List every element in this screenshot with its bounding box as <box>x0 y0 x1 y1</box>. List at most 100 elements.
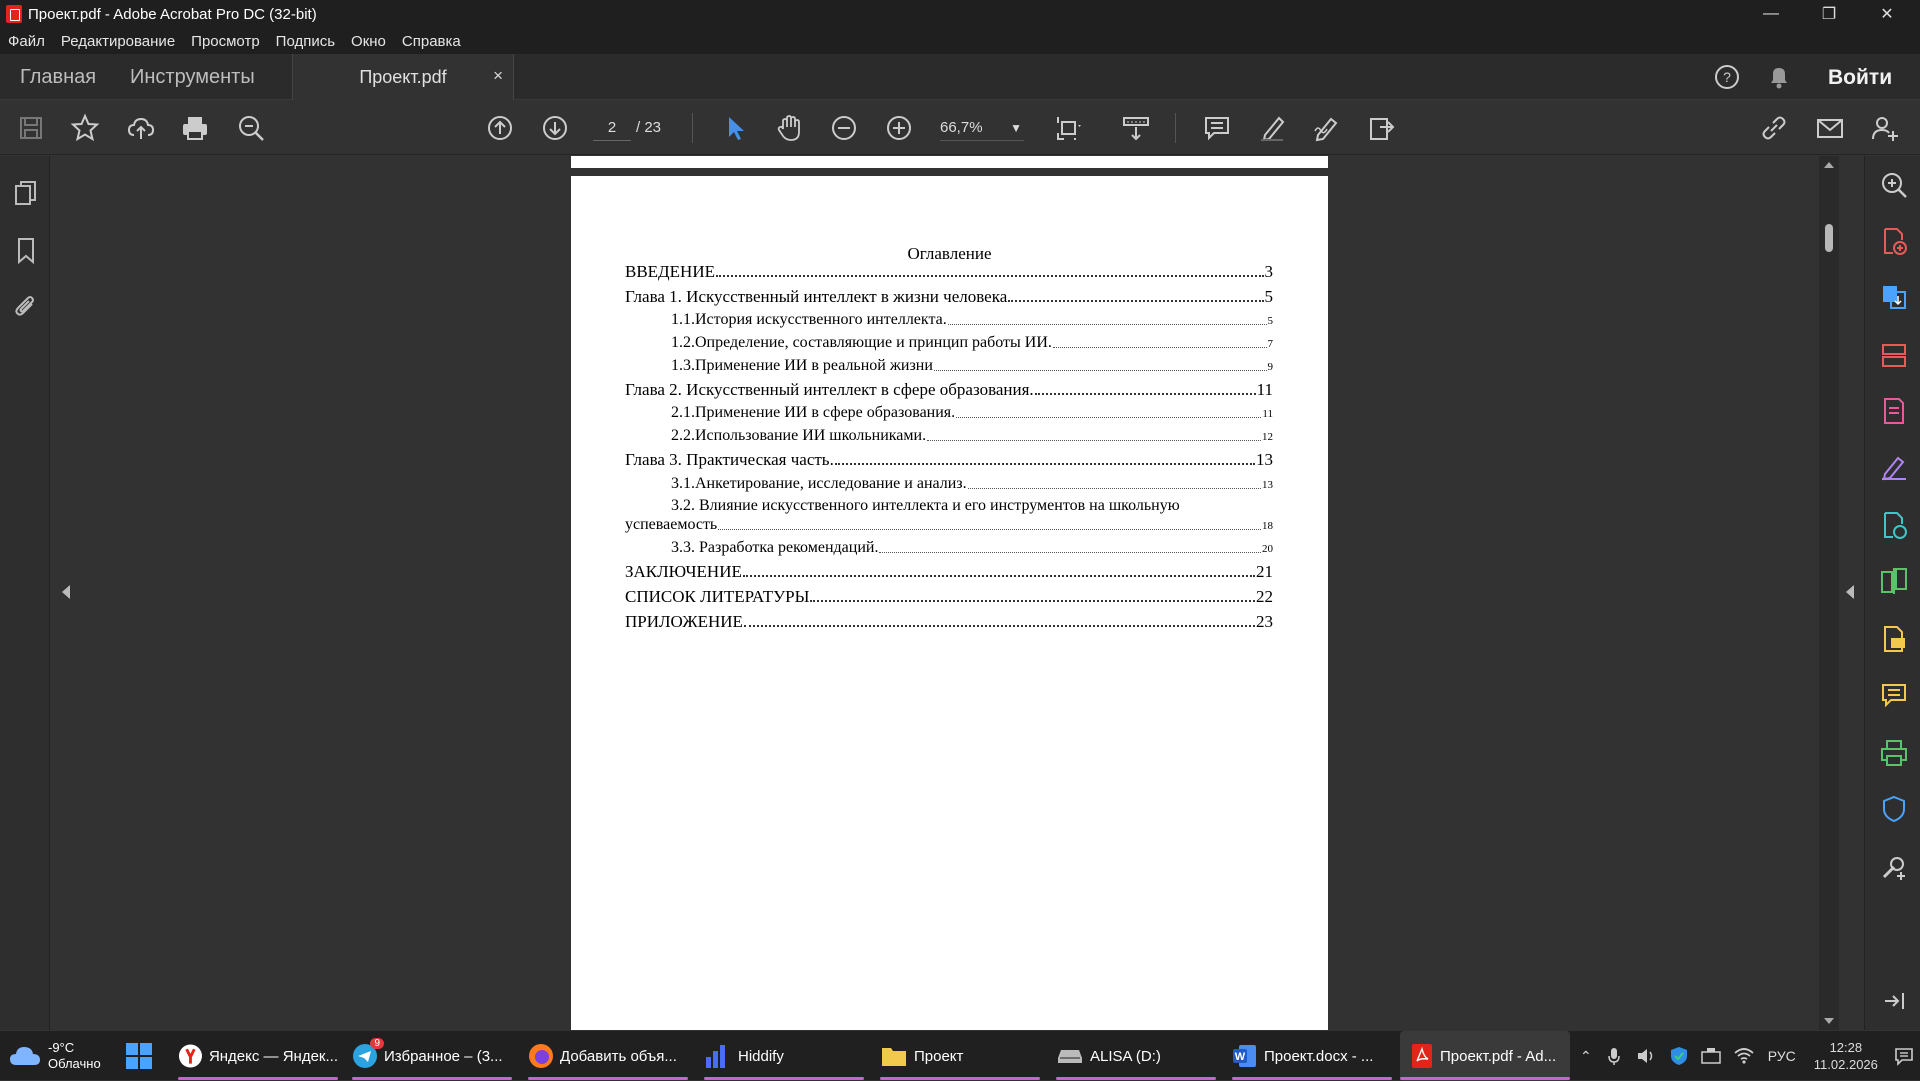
toc-entry[interactable]: 3.3. Разработка рекомендаций. 20 <box>671 539 1273 557</box>
zoom-in-icon[interactable] <box>882 111 916 145</box>
zoom-out-icon[interactable] <box>827 111 861 145</box>
defender-shield-icon[interactable] <box>1670 1046 1688 1066</box>
collapse-tools-icon[interactable] <box>1879 986 1909 1016</box>
save-icon[interactable] <box>14 111 48 145</box>
toc-entry[interactable]: 1.3.Применение ИИ в реальной жизни 9 <box>671 357 1273 375</box>
fill-sign-icon[interactable] <box>1879 452 1909 482</box>
taskbar-app-firefox[interactable]: Добавить объя... <box>528 1031 688 1081</box>
toc-entry[interactable]: 1.1.История искусственного интеллекта. 5 <box>671 311 1273 329</box>
toc-entry[interactable]: 2.2.Использование ИИ школьниками. 12 <box>671 427 1273 445</box>
share-send-icon[interactable] <box>1364 111 1398 145</box>
volume-icon[interactable] <box>1636 1047 1656 1065</box>
menu-window[interactable]: Окно <box>343 33 394 50</box>
collapse-left-panel-icon[interactable] <box>62 585 70 599</box>
email-icon[interactable] <box>1813 111 1847 145</box>
add-user-icon[interactable] <box>1868 111 1902 145</box>
scroll-up-icon[interactable] <box>1824 162 1834 168</box>
microphone-icon[interactable] <box>1606 1046 1622 1066</box>
scroll-down-icon[interactable] <box>1824 1018 1834 1024</box>
start-button[interactable] <box>125 1031 153 1081</box>
previous-page-icon[interactable] <box>483 111 517 145</box>
bell-icon[interactable] <box>1764 62 1794 92</box>
taskbar-app-yandex[interactable]: Яндекс — Яндек... <box>178 1031 338 1081</box>
link-icon[interactable] <box>1757 111 1791 145</box>
notifications-icon[interactable] <box>1894 1046 1914 1066</box>
print-icon[interactable] <box>178 111 212 145</box>
close-window-button[interactable]: ✕ <box>1858 0 1916 28</box>
toc-entry[interactable]: Глава 3. Практическая часть. 13 <box>625 450 1273 470</box>
menu-view[interactable]: Просмотр <box>183 33 268 50</box>
toc-entry-text: 1.2.Определение, составляющие и принцип … <box>671 334 1052 351</box>
tab-document[interactable]: Проект.pdf × <box>292 54 514 100</box>
restore-button[interactable]: ❐ <box>1800 0 1858 28</box>
toc-entry[interactable]: ВВЕДЕНИЕ 3 <box>625 262 1273 282</box>
print-production-icon[interactable] <box>1879 738 1909 768</box>
star-icon[interactable] <box>68 111 102 145</box>
send-for-review-icon[interactable] <box>1879 510 1909 540</box>
toc-entry-text: Глава 2. Искусственный интеллект в сфере… <box>625 380 1034 399</box>
menu-edit[interactable]: Редактирование <box>53 33 183 50</box>
clock[interactable]: 12:28 11.02.2026 <box>1814 1039 1878 1073</box>
taskbar-app-folder[interactable]: Проект <box>880 1031 1040 1081</box>
menu-sign[interactable]: Подпись <box>268 33 343 50</box>
scroll-mode-icon[interactable] <box>1119 111 1153 145</box>
zoom-level-select[interactable]: 66,7% ▼ <box>940 115 1024 141</box>
tab-tools[interactable]: Инструменты <box>130 54 255 100</box>
toc-entry[interactable]: 3.1.Анкетирование, исследование и анализ… <box>671 475 1273 493</box>
taskbar-app-acrobat[interactable]: Проект.pdf - Ad... <box>1400 1031 1570 1081</box>
network-icon[interactable] <box>1700 1047 1722 1065</box>
page-number-input[interactable]: 2 <box>593 115 631 141</box>
minimize-button[interactable]: — <box>1742 0 1800 28</box>
toc-entry[interactable]: Глава 2. Искусственный интеллект в сфере… <box>625 380 1273 400</box>
next-page-icon[interactable] <box>538 111 572 145</box>
select-cursor-icon[interactable] <box>718 111 752 145</box>
chevron-up-icon[interactable]: ⌃ <box>1580 1048 1592 1065</box>
toc-entry[interactable]: 1.2.Определение, составляющие и принцип … <box>671 334 1273 352</box>
toc-entry[interactable]: Глава 1. Искусственный интеллект в жизни… <box>625 287 1273 307</box>
more-tools-icon[interactable] <box>1879 852 1909 882</box>
protect-shield-icon[interactable] <box>1879 794 1909 824</box>
hand-tool-icon[interactable] <box>772 111 806 145</box>
toc-entry[interactable]: 3.2. Влияние искусственного интеллекта и… <box>625 497 1273 515</box>
toc-entry[interactable]: 2.1.Применение ИИ в сфере образования. 11 <box>671 404 1273 422</box>
page-fit-icon[interactable] <box>1052 111 1086 145</box>
menu-file[interactable]: Файл <box>0 33 53 50</box>
comment-tool-icon[interactable] <box>1879 680 1909 710</box>
comment-icon[interactable] <box>1200 111 1234 145</box>
title-bar: Проект.pdf - Adobe Acrobat Pro DC (32-bi… <box>0 0 1920 28</box>
toc-entry[interactable]: ПРИЛОЖЕНИЕ 23 <box>625 612 1273 632</box>
upload-cloud-icon[interactable] <box>124 111 158 145</box>
toc-entry[interactable]: СПИСОК ЛИТЕРАТУРЫ 22 <box>625 587 1273 607</box>
export-pdf-icon[interactable] <box>1879 282 1909 312</box>
weather-widget[interactable]: -9°C Облачно <box>8 1031 101 1081</box>
toc-entry[interactable]: ЗАКЛЮЧЕНИЕ 21 <box>625 562 1273 582</box>
bookmark-icon[interactable] <box>12 236 40 265</box>
create-pdf-icon[interactable] <box>1879 226 1909 256</box>
scan-ocr-icon[interactable] <box>1879 624 1909 654</box>
help-icon[interactable]: ? <box>1712 62 1742 92</box>
organize-pages-icon[interactable] <box>1879 340 1909 370</box>
search-zoom-icon[interactable] <box>1879 170 1909 200</box>
tab-home[interactable]: Главная <box>20 54 96 100</box>
taskbar-app-word[interactable]: W Проект.docx - ... <box>1232 1031 1392 1081</box>
wifi-icon[interactable] <box>1734 1047 1754 1065</box>
compare-files-icon[interactable] <box>1879 566 1909 596</box>
attachment-icon[interactable] <box>12 292 40 320</box>
taskbar-app-drive[interactable]: ALISA (D:) <box>1056 1031 1216 1081</box>
document-viewport[interactable]: Оглавление ВВЕДЕНИЕ 3 Глава 1. Искусствен… <box>78 156 1818 1030</box>
login-button[interactable]: Войти <box>1828 66 1892 90</box>
zoom-out-search-icon[interactable] <box>234 111 268 145</box>
page-thumbnails-icon[interactable] <box>12 178 40 206</box>
vertical-scrollbar[interactable] <box>1819 156 1839 1030</box>
taskbar-app-telegram[interactable]: 9 Избранное – (3... <box>352 1031 512 1081</box>
menu-help[interactable]: Справка <box>394 33 469 50</box>
toc-entry[interactable]: успеваемость 18 <box>625 516 1273 534</box>
taskbar-app-hiddify[interactable]: Hiddify <box>704 1031 864 1081</box>
sign-pen-icon[interactable] <box>1310 111 1344 145</box>
edit-pdf-icon[interactable] <box>1879 396 1909 426</box>
scrollbar-thumb[interactable] <box>1825 224 1833 252</box>
close-tab-icon[interactable]: × <box>493 66 503 86</box>
expand-right-panel-icon[interactable] <box>1846 585 1854 599</box>
highlight-pen-icon[interactable] <box>1255 111 1289 145</box>
language-indicator[interactable]: РУС <box>1768 1048 1796 1064</box>
